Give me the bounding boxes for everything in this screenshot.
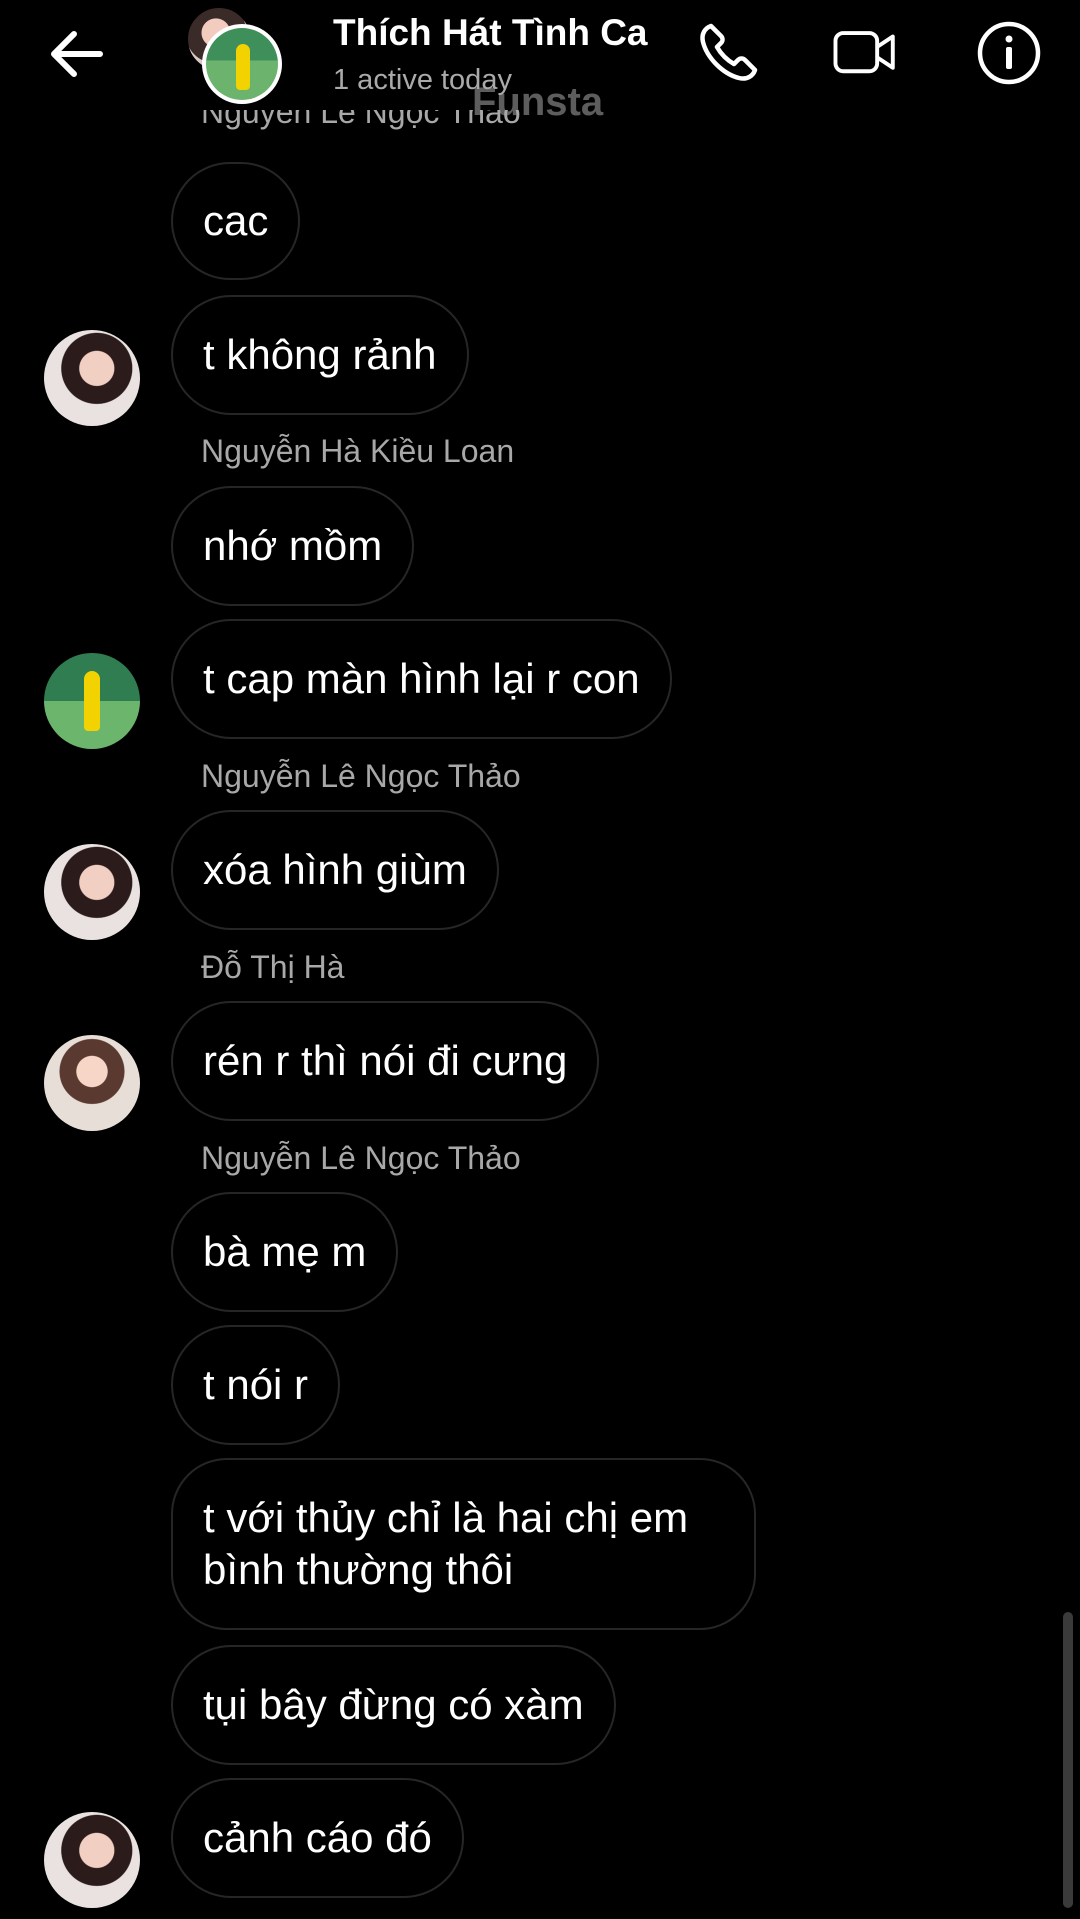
- avatar[interactable]: [44, 653, 140, 749]
- message-text: t với thủy chỉ là hai chị em bình thường…: [203, 1494, 689, 1593]
- sender-name: Đỗ Thị Hà: [201, 949, 345, 985]
- avatar[interactable]: [44, 1035, 140, 1131]
- message-bubble[interactable]: t không rảnh: [171, 295, 469, 415]
- sender-name: Nguyễn Lê Ngọc Thảo: [201, 110, 521, 130]
- message-text: xóa hình giùm: [203, 846, 467, 893]
- chat-title[interactable]: Thích Hát Tình Ca: [333, 12, 648, 54]
- message-bubble[interactable]: cac: [171, 162, 301, 280]
- message-bubble[interactable]: t cap màn hình lại r con: [171, 619, 672, 739]
- group-avatar-member-front: [202, 24, 282, 104]
- message-text: nhớ mồm: [203, 522, 383, 569]
- sender-name: Nguyễn Hà Kiều Loan: [201, 433, 515, 469]
- message-bubble[interactable]: xóa hình giùm: [171, 810, 499, 930]
- message-text: tụi bây đừng có xàm: [203, 1681, 584, 1728]
- message-text: rén r thì nói đi cưng: [203, 1037, 568, 1084]
- sender-name: Nguyễn Lê Ngọc Thảo: [201, 1140, 521, 1176]
- video-camera-icon[interactable]: [832, 20, 898, 86]
- message-bubble[interactable]: tụi bây đừng có xàm: [171, 1645, 616, 1765]
- avatar[interactable]: [44, 330, 140, 426]
- message-bubble[interactable]: t nói r: [171, 1325, 341, 1445]
- avatar[interactable]: [44, 844, 140, 940]
- message-bubble[interactable]: cảnh cáo đó: [171, 1778, 464, 1898]
- sender-name: Nguyễn Lê Ngọc Thảo: [201, 758, 521, 794]
- message-bubble[interactable]: bà mẹ m: [171, 1192, 399, 1312]
- phone-icon[interactable]: [695, 20, 761, 86]
- message-bubble[interactable]: nhớ mồm: [171, 486, 415, 606]
- avatar[interactable]: [44, 1812, 140, 1908]
- back-arrow-icon[interactable]: [44, 28, 108, 80]
- message-bubble[interactable]: t với thủy chỉ là hai chị em bình thường…: [171, 1458, 756, 1630]
- message-text: cac: [203, 197, 269, 244]
- scrollbar[interactable]: [1063, 1612, 1073, 1908]
- message-text: t không rảnh: [203, 331, 437, 378]
- message-text: t cap màn hình lại r con: [203, 655, 640, 702]
- message-text: t nói r: [203, 1361, 309, 1408]
- chat-header: Thích Hát Tình Ca 1 active today Funsta: [0, 0, 1080, 125]
- message-text: cảnh cáo đó: [203, 1814, 432, 1861]
- group-avatar[interactable]: [186, 6, 296, 106]
- message-bubble[interactable]: rén r thì nói đi cưng: [171, 1001, 600, 1121]
- info-icon[interactable]: [976, 20, 1042, 86]
- message-text: bà mẹ m: [203, 1228, 367, 1275]
